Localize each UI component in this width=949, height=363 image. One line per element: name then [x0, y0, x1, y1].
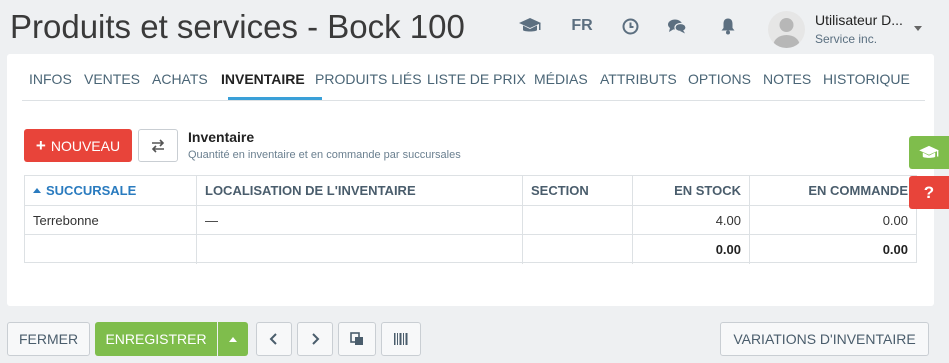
column-header-succursale[interactable]: SUCCURSALE	[25, 176, 197, 205]
new-button[interactable]: + NOUVEAU	[24, 129, 132, 162]
cell-totals-empty	[523, 235, 633, 264]
cell-section	[523, 206, 633, 234]
active-tab-indicator	[228, 97, 322, 100]
user-menu-chevron-down-icon[interactable]	[914, 26, 922, 31]
tab-achats[interactable]: ACHATS	[152, 71, 208, 87]
barcode-button[interactable]	[381, 322, 421, 356]
column-header-en-stock[interactable]: EN STOCK	[633, 176, 750, 205]
chevron-right-icon	[312, 333, 320, 345]
barcode-icon	[394, 333, 408, 345]
chat-icon[interactable]	[666, 14, 688, 38]
avatar[interactable]	[768, 11, 805, 48]
tab-liste-de-prix[interactable]: LISTE DE PRIX	[427, 71, 526, 87]
inventory-table: SUCCURSALE LOCALISATION DE L'INVENTAIRE …	[24, 175, 917, 264]
section-title: Inventaire	[188, 129, 255, 145]
column-header-en-commande[interactable]: EN COMMANDE	[750, 176, 916, 205]
save-options-dropdown[interactable]	[218, 322, 248, 356]
clock-icon[interactable]	[620, 14, 640, 38]
tab-ventes[interactable]: VENTES	[84, 71, 140, 87]
cell-en-commande: 0.00	[882, 212, 908, 228]
cell-totals-empty	[197, 235, 523, 264]
cell-totals-empty	[25, 235, 197, 264]
section-subtitle: Quantité en inventaire et en commande pa…	[188, 149, 461, 161]
swap-button[interactable]	[138, 129, 178, 162]
graduation-cap-icon	[919, 145, 939, 158]
bell-icon[interactable]	[718, 14, 738, 38]
tab-notes[interactable]: NOTES	[763, 71, 811, 87]
help-center-button[interactable]	[909, 136, 949, 169]
sort-ascending-icon	[33, 188, 41, 193]
chevron-left-icon	[269, 333, 277, 345]
tab-infos[interactable]: INFOS	[29, 71, 72, 87]
question-help-button[interactable]: ?	[909, 176, 949, 209]
new-button-label: NOUVEAU	[50, 137, 121, 154]
copy-button[interactable]	[338, 322, 376, 356]
previous-button[interactable]	[256, 322, 292, 356]
total-en-commande: 0.00	[882, 242, 908, 257]
table-header-row: SUCCURSALE LOCALISATION DE L'INVENTAIRE …	[25, 176, 916, 206]
column-header-localisation[interactable]: LOCALISATION DE L'INVENTAIRE	[197, 176, 523, 205]
column-header-section[interactable]: SECTION	[523, 176, 633, 205]
tab-bar: INFOS VENTES ACHATS INVENTAIRE PRODUITS …	[22, 54, 925, 101]
close-button[interactable]: FERMER	[7, 322, 90, 356]
cell-en-stock: 4.00	[633, 206, 750, 234]
swap-arrows-icon	[151, 138, 165, 153]
cell-succursale: Terrebonne	[25, 206, 197, 234]
page-title: Produits et services - Bock 100	[10, 8, 465, 45]
main-panel: INFOS VENTES ACHATS INVENTAIRE PRODUITS …	[7, 54, 934, 306]
user-organization: Service inc.	[815, 32, 878, 46]
tab-medias[interactable]: MÉDIAS	[534, 71, 588, 87]
tab-inventaire[interactable]: INVENTAIRE	[221, 71, 305, 87]
graduation-cap-icon[interactable]	[517, 14, 543, 38]
tab-historique[interactable]: HISTORIQUE	[823, 71, 910, 87]
total-en-stock: 0.00	[633, 235, 750, 264]
plus-icon: +	[35, 136, 46, 155]
tab-options[interactable]: OPTIONS	[688, 71, 751, 87]
save-button[interactable]: ENREGISTRER	[95, 322, 217, 356]
language-selector[interactable]: FR	[568, 14, 596, 38]
copy-icon	[350, 332, 363, 345]
next-button[interactable]	[297, 322, 333, 356]
tab-attributs[interactable]: ATTRIBUTS	[600, 71, 677, 87]
table-row[interactable]: Terrebonne — 4.00 0.00	[25, 206, 916, 235]
cell-localisation: —	[197, 206, 523, 234]
chevron-up-icon	[229, 336, 237, 342]
user-name[interactable]: Utilisateur D...	[815, 12, 903, 28]
table-totals-row: 0.00 0.00	[25, 235, 916, 264]
tab-produits-lies[interactable]: PRODUITS LIÉS	[315, 71, 422, 87]
inventory-variations-button[interactable]: VARIATIONS D'INVENTAIRE	[720, 322, 929, 356]
